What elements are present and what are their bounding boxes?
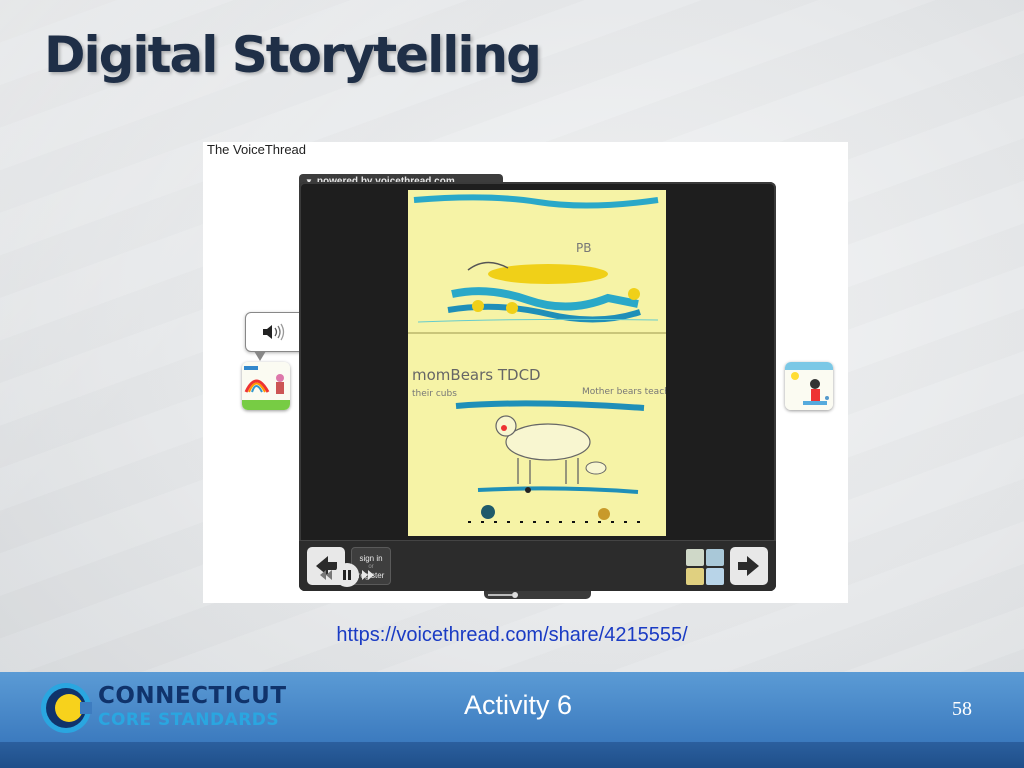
thumbnail-left[interactable]: [242, 362, 290, 410]
grid-thumb-1[interactable]: [686, 549, 704, 566]
drawing-caption-left-2: their cubs: [412, 389, 457, 399]
playback-controls: [318, 562, 376, 588]
grid-thumb-3[interactable]: [686, 568, 704, 585]
slide-thumbnails-grid[interactable]: [686, 549, 724, 585]
logo-line-2: CORE STANDARDS: [98, 710, 280, 730]
drawing-caption-right: Mother bears teach: [582, 387, 666, 397]
voicethread-embed: The VoiceThread ▼powered by voicethread.…: [203, 142, 848, 603]
voicethread-url-link[interactable]: https://voicethread.com/share/4215555/: [0, 624, 1024, 647]
seek-bar[interactable]: [484, 591, 591, 599]
slide-drawing-image: PB momBears TDCD their cubs Mother bears…: [408, 190, 666, 536]
cs-logo-icon: [41, 683, 92, 733]
drawing-caption-left: momBears TDCD: [412, 366, 541, 384]
next-button[interactable]: [730, 547, 768, 585]
slide-title: Digital Storytelling: [44, 26, 542, 84]
rewind-icon[interactable]: [319, 569, 333, 581]
rainbow-drawing-icon: [242, 362, 290, 410]
voicethread-player: PB momBears TDCD their cubs Mother bears…: [299, 182, 776, 591]
connecticut-core-standards-logo: CONNECTICUT CORE STANDARDS: [40, 678, 287, 738]
logo-line-1: CONNECTICUT: [98, 683, 287, 709]
activity-label: Activity 6: [464, 690, 573, 720]
bear-drawing-illustration: PB momBears TDCD their cubs Mother bears…: [408, 190, 666, 536]
grid-thumb-4[interactable]: [706, 568, 724, 585]
bubble-tail: [254, 351, 266, 361]
slide-footer: CONNECTICUT CORE STANDARDS Activity 6 58: [0, 672, 1024, 768]
seek-handle[interactable]: [512, 592, 518, 598]
pause-icon: [343, 570, 351, 580]
drawing-top-label: PB: [576, 241, 591, 255]
fast-forward-icon[interactable]: [361, 569, 375, 581]
girl-drawing-icon: [785, 362, 833, 410]
thumbnail-right[interactable]: [785, 362, 833, 410]
page-number: 58: [952, 698, 972, 720]
speaker-icon: [263, 323, 285, 341]
seek-progress: [488, 594, 512, 596]
pause-button[interactable]: [335, 563, 359, 587]
footer-strip: [0, 742, 1024, 768]
arrow-right-icon: [738, 556, 759, 576]
embed-title: The VoiceThread: [207, 142, 307, 157]
grid-thumb-2[interactable]: [706, 549, 724, 566]
